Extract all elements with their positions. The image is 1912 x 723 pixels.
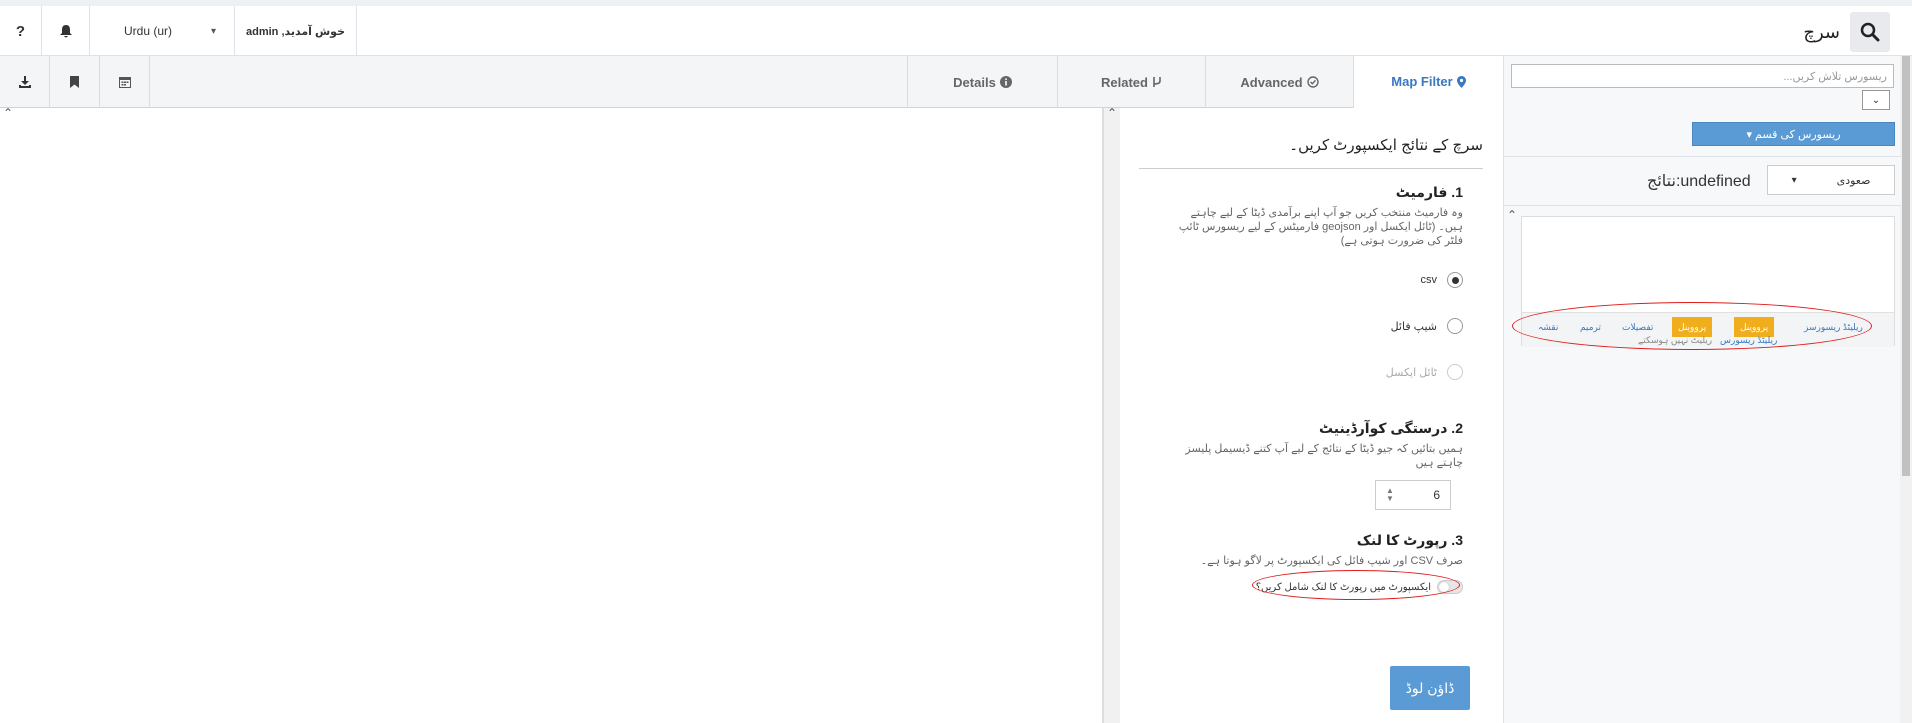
search-sidebar: ریسورس تلاش کریں... ⌄ ریسورس کی قسم ▾ صع… — [1503, 56, 1901, 723]
page-scrollbar-thumb[interactable] — [1902, 56, 1910, 476]
notifications-button[interactable] — [42, 6, 90, 56]
precision-value: 6 — [1433, 488, 1440, 502]
resource-type-button[interactable]: ریسورس کی قسم ▾ — [1692, 122, 1895, 146]
calendar-icon — [118, 77, 131, 88]
page-scrollbar[interactable] — [1900, 56, 1912, 723]
results-count: نتائج:undefined — [1647, 173, 1751, 190]
bookmark-icon — [70, 76, 79, 88]
help-button[interactable]: ? — [0, 6, 42, 56]
report-heading: 3. رپورٹ کا لنک — [1356, 532, 1463, 548]
tab-advanced[interactable]: Advanced — [1205, 56, 1353, 108]
tabs-row: Details Related Advanced Map Filter — [0, 56, 1503, 109]
tab-details-label: Details — [953, 74, 996, 90]
results-scroll-up-icon[interactable]: ⌃ — [1507, 208, 1517, 222]
top-bar: ? Urdu (ur) ▾ خوش آمدید, admin سرچ — [0, 6, 1912, 56]
annotation-circle — [1252, 570, 1460, 600]
format-option-label: شیپ فائل — [1390, 320, 1437, 333]
tab-advanced-label: Advanced — [1240, 74, 1303, 90]
export-scrollbar[interactable]: ⌃ — [1103, 106, 1120, 723]
format-option-label: csv — [1420, 274, 1438, 286]
resource-search-placeholder: ریسورس تلاش کریں... — [1783, 70, 1887, 83]
results-header: صعودی ▾ نتائج:undefined — [1504, 156, 1901, 206]
download-icon — [18, 76, 31, 88]
search-icon — [1860, 22, 1880, 42]
annotation-circle — [1512, 302, 1872, 350]
resource-search-input[interactable]: ریسورس تلاش کریں... — [1511, 64, 1894, 88]
language-select[interactable]: Urdu (ur) ▾ — [90, 6, 235, 56]
precision-stepper[interactable]: ▲ ▼ 6 — [1375, 480, 1451, 510]
format-heading: 1. فارمیٹ — [1395, 184, 1463, 200]
export-title: سرچ کے نتائج ایکسپورٹ کریں۔ — [1289, 137, 1483, 154]
sort-value: صعودی — [1836, 174, 1871, 187]
tab-details[interactable]: Details — [907, 56, 1057, 108]
format-option-label: ٹائل ایکسل — [1385, 366, 1437, 379]
radio-tile-excel — [1447, 364, 1463, 380]
user-menu[interactable]: خوش آمدید, admin — [235, 6, 357, 56]
export-panel: سرچ کے نتائج ایکسپورٹ کریں۔ 1. فارمیٹ وہ… — [1120, 108, 1503, 723]
radio-shapefile[interactable] — [1447, 318, 1463, 334]
tab-related-label: Related — [1101, 74, 1148, 90]
sort-select[interactable]: صعودی ▾ — [1767, 165, 1895, 195]
map-marker-icon — [1456, 75, 1466, 88]
format-option-shapefile[interactable]: شیپ فائل — [1391, 318, 1463, 334]
welcome-text: خوش آمدید, admin — [246, 25, 345, 38]
precision-description: ہمیں بتائیں کہ جیو ڈیٹا کے نتائج کے لیے … — [1185, 443, 1463, 469]
language-label: Urdu (ur) — [124, 24, 173, 38]
map-pane[interactable]: ⌃ — [0, 106, 1103, 723]
format-option-csv[interactable]: csv — [1420, 272, 1463, 288]
divider — [1139, 168, 1483, 169]
download-label: ڈاؤن لوڈ — [1405, 679, 1455, 696]
help-icon: ? — [15, 22, 26, 40]
chevron-down-icon: ▾ — [210, 25, 216, 37]
download-toolbar-button[interactable] — [0, 56, 50, 108]
search-title: سرچ — [1803, 22, 1840, 42]
check-circle-icon — [1306, 76, 1319, 88]
map-scroll-up-icon[interactable]: ⌃ — [3, 106, 13, 120]
format-description: وہ فارمیٹ منتخب کریں جو آپ اپنے برآمدی ڈ… — [1178, 207, 1463, 247]
bookmark-toolbar-button[interactable] — [50, 56, 100, 108]
tab-related[interactable]: Related — [1057, 56, 1205, 108]
chevron-down-icon: ⌄ — [1871, 94, 1881, 106]
tab-map-filter-label: Map Filter — [1391, 74, 1453, 89]
bell-icon — [59, 24, 72, 37]
export-scroll-up-icon[interactable]: ⌃ — [1107, 106, 1117, 120]
download-button[interactable]: ڈاؤن لوڈ — [1390, 666, 1470, 710]
search-button[interactable] — [1850, 12, 1890, 52]
chevron-down-icon: ▾ — [1791, 174, 1797, 186]
info-circle-icon — [999, 76, 1012, 88]
report-description: صرف CSV اور شیپ فائل کی ایکسپورٹ پر لاگو… — [1200, 555, 1463, 567]
search-options-toggle[interactable]: ⌄ — [1862, 90, 1890, 110]
tab-map-filter[interactable]: Map Filter — [1353, 56, 1503, 109]
code-fork-icon — [1153, 77, 1161, 87]
radio-csv[interactable] — [1447, 272, 1463, 288]
calendar-toolbar-button[interactable] — [100, 56, 150, 108]
spinner-arrows-icon[interactable]: ▲ ▼ — [1386, 487, 1394, 503]
format-option-tile-excel: ٹائل ایکسل — [1386, 364, 1463, 380]
resource-type-label: ریسورس کی قسم ▾ — [1746, 128, 1841, 141]
precision-heading: 2. درستگی کوآرڈینیٹ — [1318, 420, 1463, 436]
